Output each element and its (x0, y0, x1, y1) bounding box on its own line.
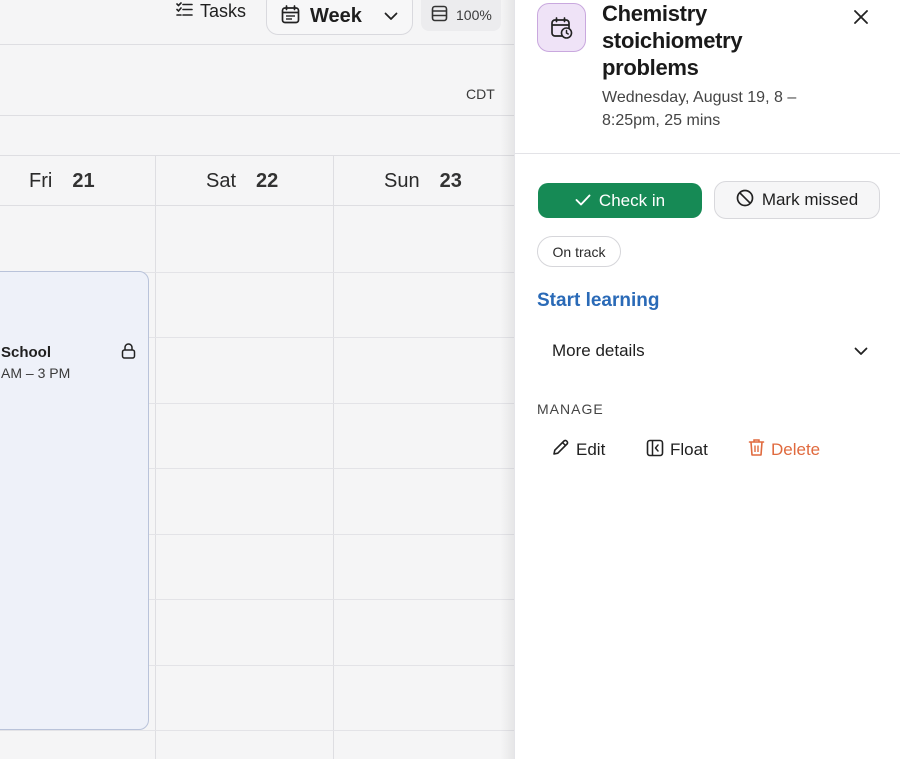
zoom-button[interactable]: 100% (421, 0, 501, 31)
tasks-button[interactable]: Tasks (176, 0, 246, 22)
ban-icon (736, 189, 754, 212)
event-detail-panel: Chemistry stoichiometry problems Wednesd… (514, 0, 900, 759)
float-button[interactable]: Float (646, 437, 708, 463)
edit-label: Edit (576, 440, 606, 459)
event-title: Chemistry stoichiometry problems (602, 1, 743, 80)
timezone-label: CDT (466, 86, 495, 102)
event-title: School (1, 344, 52, 361)
task-list-icon (176, 1, 193, 22)
view-select-label: Week (310, 5, 362, 27)
float-icon (646, 439, 664, 462)
chevron-down-icon (384, 8, 398, 26)
lock-icon (121, 343, 136, 364)
day-name: Sat (206, 169, 237, 192)
status-badge: On track (537, 236, 621, 267)
mark-missed-button[interactable]: Mark missed (714, 181, 880, 219)
close-button[interactable] (850, 8, 872, 30)
edit-button[interactable]: Edit (551, 437, 605, 463)
timezone-row: CDT (0, 45, 514, 116)
day-number: 22 (256, 169, 279, 192)
day-name: Sun (384, 169, 420, 192)
more-details-toggle[interactable]: More details (552, 335, 868, 367)
start-learning-link[interactable]: Start learning (537, 290, 659, 312)
calendar-event-school[interactable]: School AM – 3 PM (0, 271, 149, 730)
panel-shadow (500, 0, 514, 759)
calendar-toolbar: Tasks Week 100% (0, 0, 514, 45)
event-time: AM – 3 PM (1, 365, 71, 381)
event-type-icon (537, 3, 586, 52)
column-divider (155, 156, 156, 759)
column-divider (333, 156, 334, 759)
trash-icon (748, 438, 765, 462)
hour-line (0, 730, 514, 731)
chevron-down-icon (854, 341, 868, 361)
divider (515, 153, 900, 154)
zoom-label: 100% (456, 6, 492, 23)
view-select[interactable]: Week (266, 0, 413, 35)
calendar-week-view: Tasks Week 100% CDT Fri 21 Sat 22 Sun 23… (0, 0, 514, 759)
delete-label: Delete (771, 440, 821, 459)
delete-button[interactable]: Delete (748, 437, 820, 463)
day-header-row: Fri 21 Sat 22 Sun 23 (0, 156, 514, 206)
day-name: Fri (29, 169, 53, 192)
day-number: 21 (72, 169, 95, 192)
check-in-button[interactable]: Check in (538, 183, 702, 218)
layout-icon (431, 5, 448, 25)
float-label: Float (670, 440, 708, 459)
close-icon (854, 9, 868, 29)
all-day-row[interactable] (0, 116, 514, 156)
mark-missed-label: Mark missed (761, 190, 859, 209)
day-header-sun[interactable]: Sun 23 (384, 156, 462, 206)
tasks-label: Tasks (200, 0, 247, 21)
check-in-label: Check in (598, 190, 666, 210)
manage-section-label: MANAGE (537, 401, 604, 417)
more-details-label: More details (552, 341, 645, 360)
day-header-sat[interactable]: Sat 22 (206, 156, 278, 206)
day-number: 23 (439, 169, 462, 192)
pencil-icon (551, 438, 570, 462)
event-datetime: Wednesday, August 19, 8 – 8:25pm, 25 min… (602, 89, 797, 129)
check-icon (575, 191, 591, 211)
calendar-icon (281, 4, 300, 29)
day-header-fri[interactable]: Fri 21 (29, 156, 95, 206)
